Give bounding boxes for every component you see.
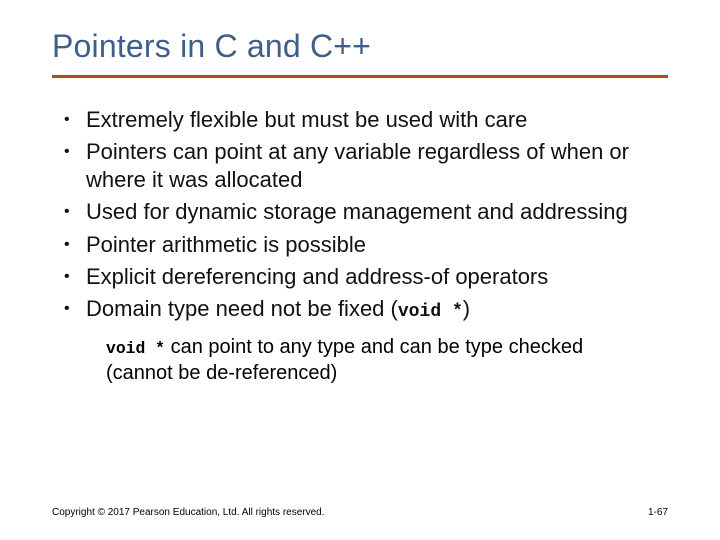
sub-note: void * can point to any type and can be …: [106, 334, 646, 386]
footer-copyright: Copyright © 2017 Pearson Education, Ltd.…: [52, 507, 325, 518]
sub-note-text: can point to any type and can be type ch…: [106, 336, 583, 384]
bullet-item: Explicit dereferencing and address-of op…: [60, 263, 668, 291]
inline-code: void *: [398, 302, 463, 322]
inline-code: void *: [106, 339, 165, 358]
title-rule: [52, 75, 668, 78]
bullet-text-post: ): [463, 296, 470, 321]
bullet-item: Pointer arithmetic is possible: [60, 231, 668, 259]
footer-page-number: 1-67: [648, 507, 668, 518]
slide: Pointers in C and C++ Extremely flexible…: [0, 0, 720, 540]
slide-title: Pointers in C and C++: [52, 28, 668, 65]
bullet-list: Extremely flexible but must be used with…: [60, 106, 668, 324]
bullet-text-pre: Domain type need not be fixed (: [86, 296, 398, 321]
bullet-item: Domain type need not be fixed (void *): [60, 295, 668, 324]
bullet-item: Extremely flexible but must be used with…: [60, 106, 668, 134]
bullet-item: Pointers can point at any variable regar…: [60, 138, 668, 194]
bullet-item: Used for dynamic storage management and …: [60, 198, 668, 226]
